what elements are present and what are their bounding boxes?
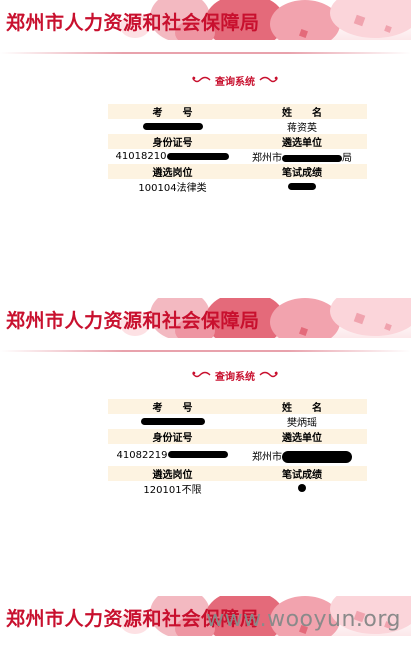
redaction-mark bbox=[168, 451, 229, 458]
redaction-mark bbox=[298, 484, 306, 492]
name-value: 蒋资英 bbox=[237, 119, 367, 134]
exam-number-value bbox=[108, 414, 237, 429]
id-number-value: 41082219 bbox=[108, 444, 237, 466]
panel-2: 郑州市人力资源和社会保障局 查询系统 考 号 姓 名 樊炳瑶 身份证号 遴选单位… bbox=[0, 298, 411, 496]
table-header-row: 考 号 姓 名 bbox=[108, 104, 367, 119]
unit-label: 遴选单位 bbox=[237, 134, 367, 149]
exam-number-value bbox=[108, 119, 237, 134]
redaction-mark bbox=[142, 122, 203, 130]
name-label: 姓 名 bbox=[237, 399, 367, 414]
banner: 郑州市人力资源和社会保障局 bbox=[0, 298, 411, 338]
redaction-mark bbox=[282, 450, 352, 463]
query-system-header: 查询系统 bbox=[180, 73, 290, 88]
position-value: 100104法律类 bbox=[108, 179, 237, 194]
id-number-label: 身份证号 bbox=[108, 429, 237, 444]
score-value bbox=[237, 179, 367, 194]
divider bbox=[0, 52, 411, 54]
swirl-ornament-icon bbox=[259, 76, 278, 83]
table-header-row: 身份证号 遴选单位 bbox=[108, 429, 367, 444]
id-number-value: 41018210 bbox=[108, 149, 237, 164]
watermark: www.wooyun.org bbox=[206, 607, 401, 632]
name-value: 樊炳瑶 bbox=[237, 414, 367, 429]
panel-1: 郑州市人力资源和社会保障局 查询系统 考 号 姓 名 蒋资英 身份证号 遴选单位… bbox=[0, 0, 411, 194]
table-row: 100104法律类 bbox=[108, 179, 367, 194]
table-row: 120101不限 bbox=[108, 481, 367, 496]
banner: 郑州市人力资源和社会保障局 bbox=[0, 0, 411, 40]
position-label: 遴选岗位 bbox=[108, 164, 237, 179]
unit-value: 郑州市 bbox=[237, 444, 367, 466]
swirl-ornament-icon bbox=[192, 76, 211, 83]
table-row: 41018210 郑州市局 bbox=[108, 149, 367, 164]
position-label: 遴选岗位 bbox=[108, 466, 237, 481]
id-number-label: 身份证号 bbox=[108, 134, 237, 149]
redaction-mark bbox=[288, 182, 316, 190]
table-header-row: 考 号 姓 名 bbox=[108, 399, 367, 414]
score-label: 笔试成绩 bbox=[237, 466, 367, 481]
swirl-ornament-icon bbox=[259, 371, 278, 378]
exam-number-label: 考 号 bbox=[108, 104, 237, 119]
table-header-row: 遴选岗位 笔试成绩 bbox=[108, 466, 367, 481]
redaction-mark bbox=[140, 417, 205, 425]
position-value: 120101不限 bbox=[108, 481, 237, 496]
query-system-title: 查询系统 bbox=[215, 76, 255, 88]
name-label: 姓 名 bbox=[237, 104, 367, 119]
table-header-row: 遴选岗位 笔试成绩 bbox=[108, 164, 367, 179]
query-system-header: 查询系统 bbox=[180, 368, 290, 383]
table-row: 樊炳瑶 bbox=[108, 414, 367, 429]
redaction-mark bbox=[282, 154, 342, 162]
score-label: 笔试成绩 bbox=[237, 164, 367, 179]
exam-number-label: 考 号 bbox=[108, 399, 237, 414]
table-row: 蒋资英 bbox=[108, 119, 367, 134]
banner-title: 郑州市人力资源和社会保障局 bbox=[6, 310, 260, 332]
divider bbox=[0, 350, 411, 352]
swirl-ornament-icon bbox=[192, 371, 211, 378]
table-header-row: 身份证号 遴选单位 bbox=[108, 134, 367, 149]
score-value bbox=[237, 481, 367, 496]
result-table: 考 号 姓 名 蒋资英 身份证号 遴选单位 41018210 郑州市局 遴选岗位… bbox=[108, 104, 367, 194]
unit-value: 郑州市局 bbox=[237, 149, 367, 164]
banner-title: 郑州市人力资源和社会保障局 bbox=[6, 12, 260, 34]
query-system-title: 查询系统 bbox=[215, 371, 255, 383]
redaction-mark bbox=[167, 152, 230, 160]
result-table: 考 号 姓 名 樊炳瑶 身份证号 遴选单位 41082219 郑州市 遴选岗位 … bbox=[108, 399, 367, 496]
unit-label: 遴选单位 bbox=[237, 429, 367, 444]
table-row: 41082219 郑州市 bbox=[108, 444, 367, 466]
